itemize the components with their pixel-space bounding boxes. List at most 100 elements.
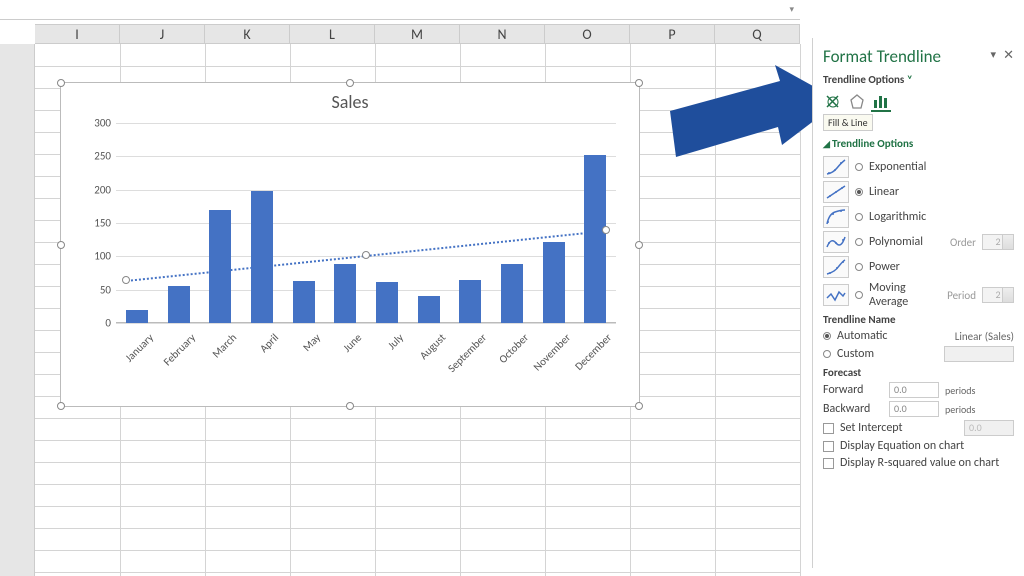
y-axis-tick: 250 — [81, 150, 111, 163]
x-axis-label: July — [361, 331, 406, 376]
bar[interactable] — [209, 210, 231, 323]
x-axis-label: November — [528, 331, 573, 376]
x-axis-label: May — [278, 331, 323, 376]
trendline-handle[interactable] — [602, 226, 610, 234]
trendline-type-row: Power — [823, 256, 1014, 278]
trendline-type-icon — [823, 181, 849, 203]
y-axis-tick: 100 — [81, 250, 111, 263]
set-intercept-input[interactable]: 0.0 — [964, 420, 1014, 436]
label-power[interactable]: Power — [869, 260, 1014, 274]
formula-bar-expand-icon[interactable]: ▾ — [789, 4, 794, 15]
units-forward: periods — [945, 384, 975, 397]
radio-exponential[interactable] — [855, 163, 863, 171]
checkbox-set-intercept[interactable] — [823, 423, 834, 434]
trendline-type-row: Linear — [823, 181, 1014, 203]
chart-title[interactable]: Sales — [61, 83, 639, 117]
bar[interactable] — [584, 155, 606, 323]
resize-handle[interactable] — [635, 402, 643, 410]
trendline-name-heading: Trendline Name — [823, 313, 1014, 326]
forecast-heading: Forecast — [823, 366, 1014, 379]
trendline-options-tab-icon[interactable] — [871, 92, 891, 112]
fill-line-tab-icon[interactable] — [823, 92, 843, 112]
trendline-type-icon — [823, 256, 849, 278]
column-header[interactable]: P — [630, 25, 715, 43]
trendline-type-icon — [823, 206, 849, 228]
radio-polynomial[interactable] — [855, 238, 863, 246]
resize-handle[interactable] — [57, 241, 65, 249]
bar[interactable] — [459, 280, 481, 323]
resize-handle[interactable] — [346, 402, 354, 410]
label-exponential[interactable]: Exponential — [869, 160, 1014, 174]
label-moving-average[interactable]: Moving Average — [869, 281, 937, 309]
custom-name-input[interactable] — [944, 346, 1014, 362]
trendline-type-icon — [823, 231, 849, 253]
bar[interactable] — [501, 264, 523, 323]
column-header[interactable]: M — [375, 25, 460, 43]
radio-power[interactable] — [855, 263, 863, 271]
radio-custom-name[interactable] — [823, 350, 831, 358]
forward-input[interactable]: 0.0 — [889, 382, 939, 398]
checkbox-display-equation[interactable] — [823, 441, 834, 452]
formula-bar[interactable]: ▾ — [0, 0, 800, 20]
column-header[interactable]: I — [35, 25, 120, 43]
effects-tab-icon[interactable] — [847, 92, 867, 112]
bar[interactable] — [543, 242, 565, 323]
label-polynomial[interactable]: Polynomial — [869, 235, 940, 249]
bar[interactable] — [376, 282, 398, 323]
spinner-order[interactable]: 2 — [982, 234, 1014, 250]
label-linear[interactable]: Linear — [869, 185, 1014, 199]
pane-category-tabs — [823, 92, 1014, 112]
pane-options-icon[interactable]: ▾ — [990, 48, 996, 61]
trendline-handle[interactable] — [122, 276, 130, 284]
x-axis-label: February — [153, 331, 198, 376]
bar[interactable] — [334, 264, 356, 323]
resize-handle[interactable] — [635, 79, 643, 87]
column-header[interactable]: N — [460, 25, 545, 43]
trendline-handle[interactable] — [362, 251, 370, 259]
bar[interactable] — [251, 191, 273, 323]
y-axis-tick: 0 — [81, 317, 111, 330]
radio-automatic-name[interactable] — [823, 332, 831, 340]
column-header[interactable]: L — [290, 25, 375, 43]
backward-input[interactable]: 0.0 — [889, 401, 939, 417]
radio-moving-average[interactable] — [855, 291, 863, 299]
label-display-equation[interactable]: Display Equation on chart — [840, 439, 1014, 453]
label-custom[interactable]: Custom — [837, 347, 938, 361]
close-icon[interactable]: ✕ — [1003, 48, 1014, 63]
bar[interactable] — [418, 296, 440, 323]
column-header[interactable]: J — [120, 25, 205, 43]
column-header[interactable]: K — [205, 25, 290, 43]
automatic-name-value: Linear (Sales) — [955, 330, 1014, 343]
spinner-period[interactable]: 2 — [982, 287, 1014, 303]
trendline-type-row: Logarithmic — [823, 206, 1014, 228]
trendline-type-icon — [823, 156, 849, 178]
radio-logarithmic[interactable] — [855, 213, 863, 221]
label-automatic[interactable]: Automatic — [837, 329, 949, 343]
checkbox-display-r2[interactable] — [823, 458, 834, 469]
resize-handle[interactable] — [57, 402, 65, 410]
icon-tooltip: Fill & Line — [823, 114, 873, 131]
resize-handle[interactable] — [346, 79, 354, 87]
x-axis-label: October — [486, 331, 531, 376]
column-header[interactable]: Q — [715, 25, 800, 43]
column-header[interactable]: O — [545, 25, 630, 43]
label-backward: Backward — [823, 402, 883, 416]
pane-subtitle-dropdown[interactable]: Trendline Options — [823, 73, 1014, 86]
bar[interactable] — [126, 310, 148, 323]
units-backward: periods — [945, 403, 975, 416]
x-axis-label: April — [236, 331, 281, 376]
y-axis-tick: 200 — [81, 183, 111, 196]
row-number-gutter — [0, 44, 35, 576]
bar[interactable] — [293, 281, 315, 323]
resize-handle[interactable] — [57, 79, 65, 87]
chart-object[interactable]: Sales 050100150200250300JanuaryFebruaryM… — [60, 82, 640, 407]
radio-linear[interactable] — [855, 188, 863, 196]
bar[interactable] — [168, 286, 190, 323]
label-logarithmic[interactable]: Logarithmic — [869, 210, 1014, 224]
label-set-intercept[interactable]: Set Intercept — [840, 421, 958, 435]
label-display-r2[interactable]: Display R-squared value on chart — [840, 456, 1014, 470]
section-trendline-options[interactable]: Trendline Options — [823, 137, 1014, 150]
resize-handle[interactable] — [635, 241, 643, 249]
chart-plot-area[interactable]: 050100150200250300JanuaryFebruaryMarchAp… — [116, 123, 616, 323]
y-axis-tick: 150 — [81, 217, 111, 230]
